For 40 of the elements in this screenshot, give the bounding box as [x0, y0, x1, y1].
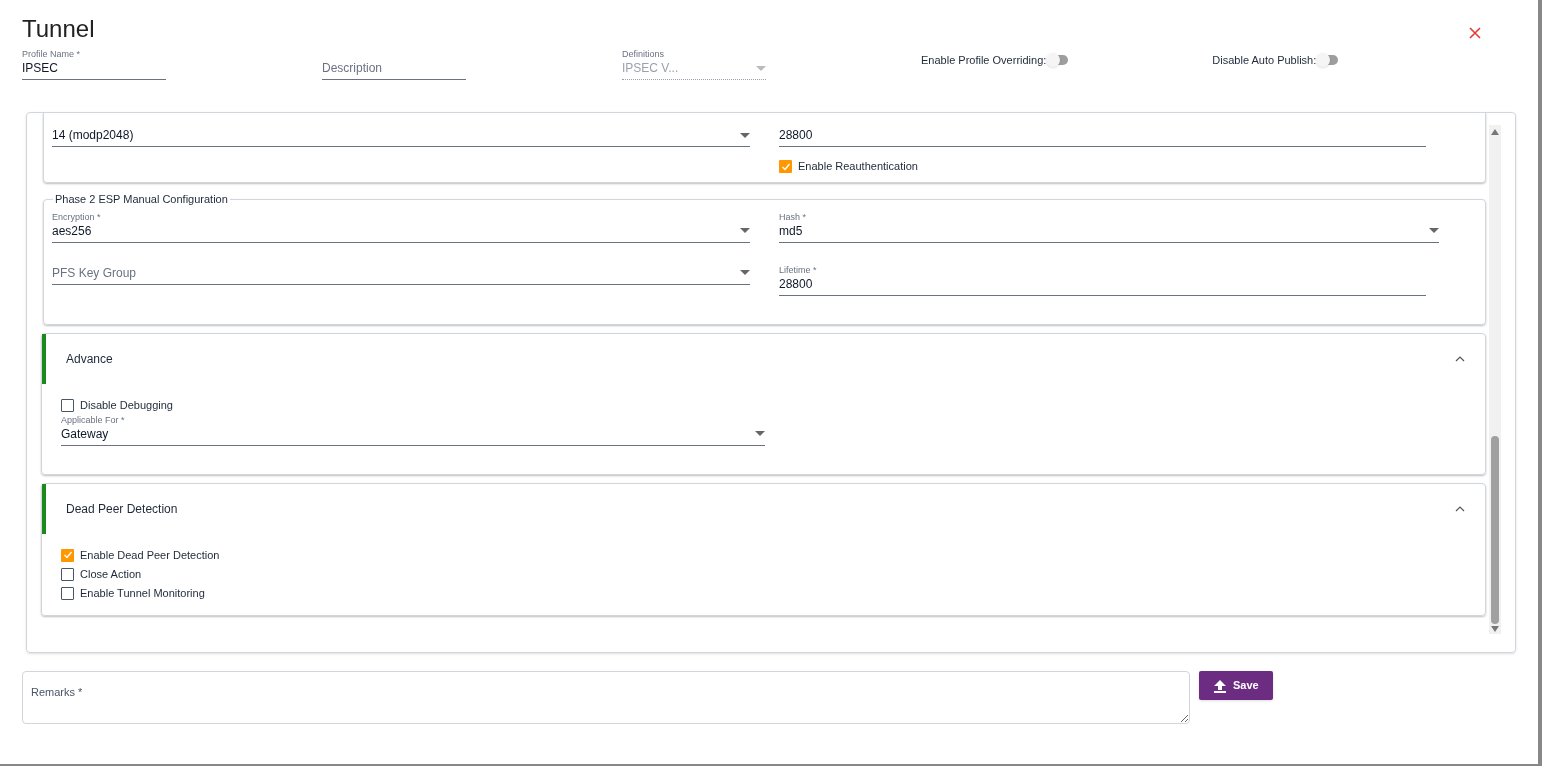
caret-icon: [740, 228, 750, 233]
scrollbar-thumb[interactable]: [1491, 436, 1499, 624]
select-field[interactable]: PFS Key Group: [52, 264, 750, 285]
select-field[interactable]: Encryption * aes256: [52, 211, 750, 243]
caret-icon: [755, 431, 765, 436]
checkbox[interactable]: Enable Dead Peer Detection: [61, 545, 1485, 565]
remarks-field[interactable]: Remarks *: [22, 671, 1190, 724]
input-field[interactable]: Description: [322, 60, 466, 80]
chevron-icon[interactable]: [1455, 505, 1465, 512]
upload-icon: [1213, 678, 1227, 693]
chevron-icon[interactable]: [1455, 355, 1465, 362]
select-field[interactable]: 14 (modp2048): [52, 127, 750, 147]
caret-icon: [756, 65, 766, 71]
select-field[interactable]: Applicable For * Gateway: [61, 414, 765, 446]
scrollbar[interactable]: [1489, 125, 1501, 634]
check-icon: [780, 161, 791, 172]
checkbox[interactable]: Close Action: [61, 564, 1485, 584]
input-field[interactable]: 28800: [779, 127, 1426, 147]
checkbox[interactable]: Enable Reauthentication: [779, 157, 1426, 176]
input-field[interactable]: Lifetime * 28800: [779, 264, 1426, 296]
save-button[interactable]: Save: [1199, 671, 1273, 700]
fieldset-legend: Phase 2 ESP Manual Configuration: [53, 191, 230, 208]
caret-icon: [740, 132, 750, 138]
toggle-label: Disable Auto Publish:: [1212, 52, 1317, 68]
toggle-switch[interactable]: [1316, 53, 1339, 67]
select-field[interactable]: Hash * md5: [779, 211, 1439, 243]
checkbox[interactable]: Enable Tunnel Monitoring: [61, 583, 1485, 603]
check-icon: [62, 550, 73, 560]
section-header[interactable]: Advance: [42, 333, 1485, 384]
checkbox[interactable]: Disable Debugging: [61, 395, 1485, 415]
toggle-switch[interactable]: [1046, 53, 1069, 67]
input-field[interactable]: Profile Name * IPSEC: [22, 49, 166, 80]
section-header[interactable]: Dead Peer Detection: [42, 483, 1485, 534]
toggle-label: Enable Profile Overriding:: [921, 52, 1047, 68]
scroll-up-icon[interactable]: [1491, 129, 1499, 135]
close-icon[interactable]: [1468, 26, 1482, 40]
dialog-title: Tunnel: [22, 14, 95, 44]
scroll-down-icon[interactable]: [1491, 626, 1499, 632]
caret-icon: [1429, 228, 1439, 233]
caret-icon: [740, 270, 750, 275]
